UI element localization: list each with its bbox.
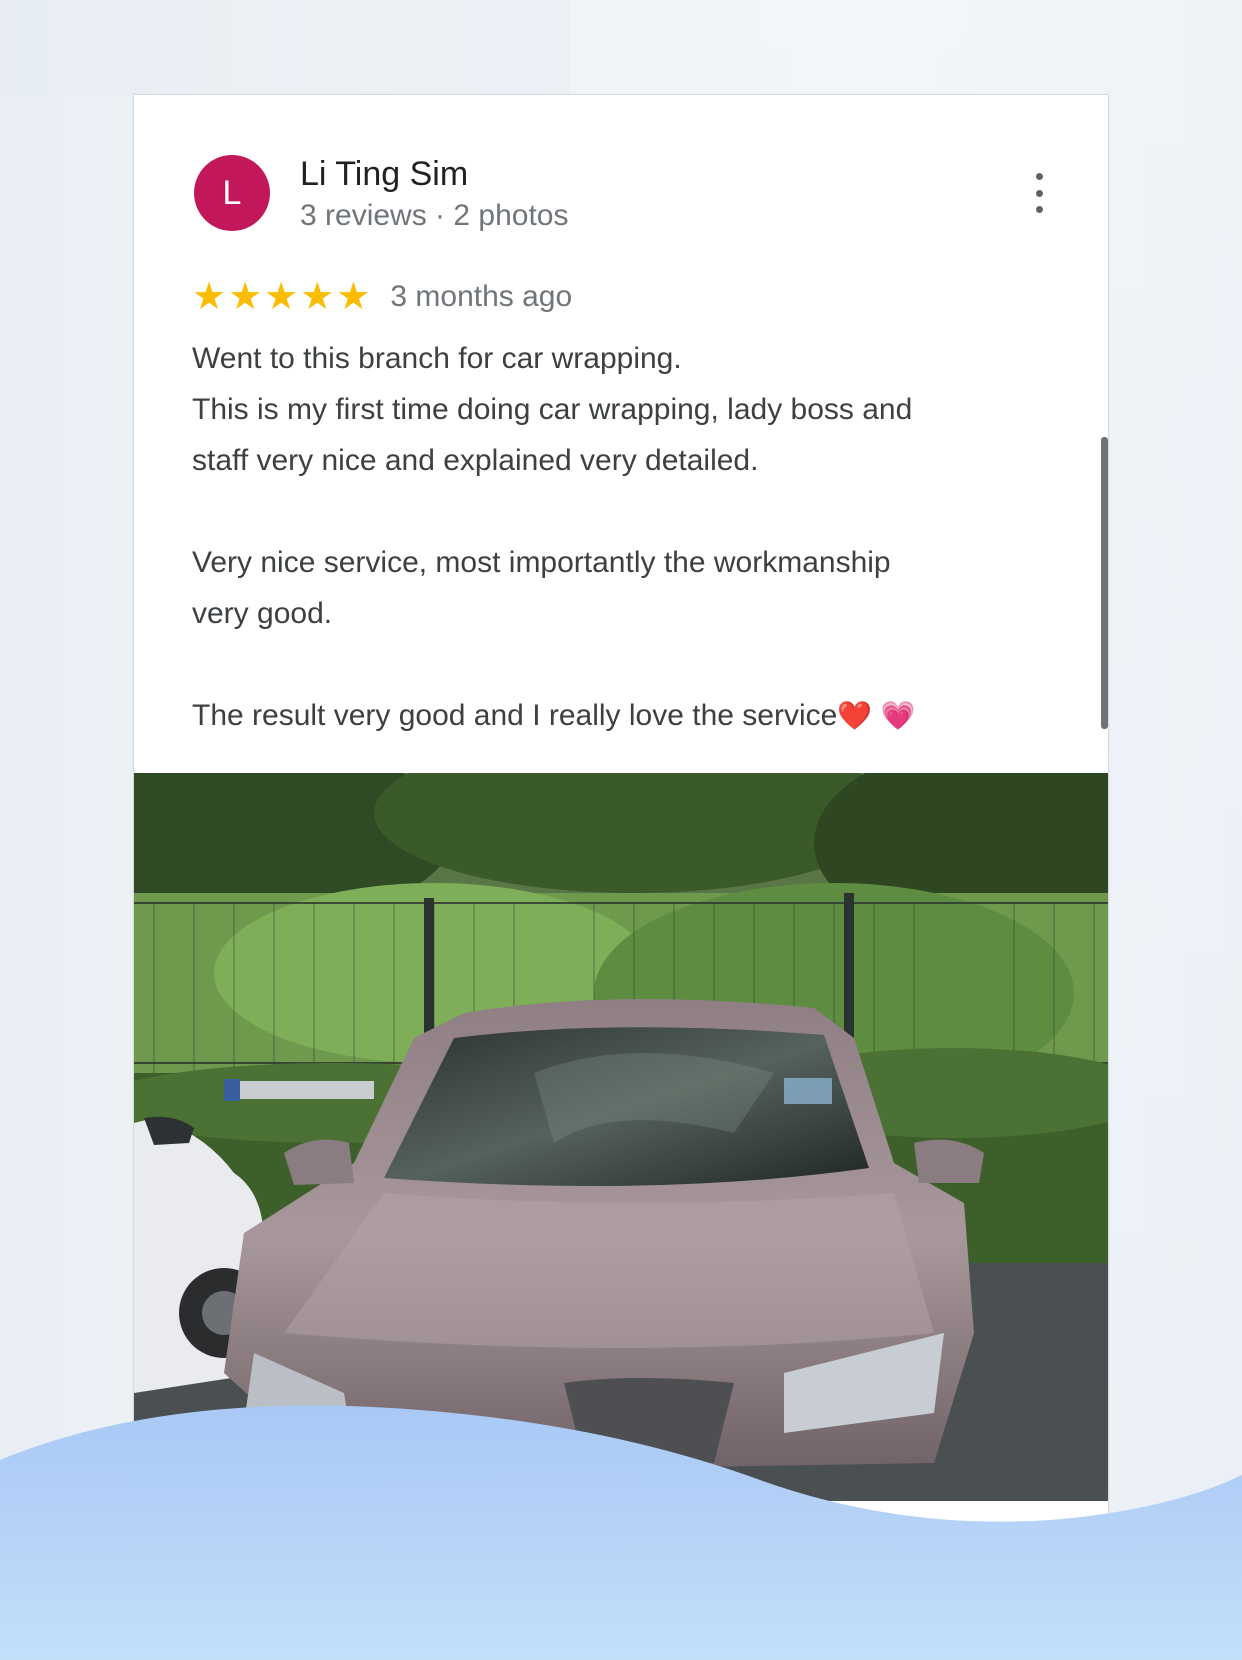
review-photo[interactable]: [134, 773, 1108, 1501]
author-meta: 3 reviews · 2 photos: [300, 199, 569, 232]
rating-row: ★ ★ ★ ★ ★ 3 months ago: [192, 275, 572, 319]
review-line: Went to this branch for car wrapping.: [192, 342, 682, 375]
star-rating: ★ ★ ★ ★ ★: [192, 278, 370, 316]
star-icon: ★: [336, 276, 371, 318]
review-line-text: The result very good and I really love t…: [192, 699, 838, 732]
review-line: This is my first time doing car wrapping…: [192, 393, 913, 426]
more-vert-icon[interactable]: [1024, 173, 1054, 213]
review-line: staff very nice and explained very detai…: [192, 444, 759, 477]
review-time: 3 months ago: [390, 280, 573, 313]
review-line: Very nice service, most importantly the …: [192, 546, 891, 579]
heart-emoji: ❤️: [837, 700, 873, 731]
author-name[interactable]: Li Ting Sim: [300, 155, 468, 194]
star-icon: ★: [264, 276, 299, 318]
review-header: L Li Ting Sim 3 reviews · 2 photos: [194, 155, 1054, 235]
decorative-wave: [0, 1405, 1242, 1660]
review-line: The result very good and I really love t…: [192, 690, 1052, 741]
star-icon: ★: [300, 276, 335, 318]
star-icon: ★: [192, 276, 227, 318]
review-line: very good.: [192, 597, 333, 630]
background-strip: [0, 0, 570, 96]
pink-heart-emoji: 💗: [880, 700, 916, 731]
star-icon: ★: [228, 276, 263, 318]
avatar[interactable]: L: [194, 155, 270, 231]
scrollbar[interactable]: [1101, 437, 1108, 729]
review-text: Went to this branch for car wrapping. Th…: [192, 333, 1052, 741]
review-card: L Li Ting Sim 3 reviews · 2 photos ★ ★ ★…: [133, 94, 1109, 1576]
